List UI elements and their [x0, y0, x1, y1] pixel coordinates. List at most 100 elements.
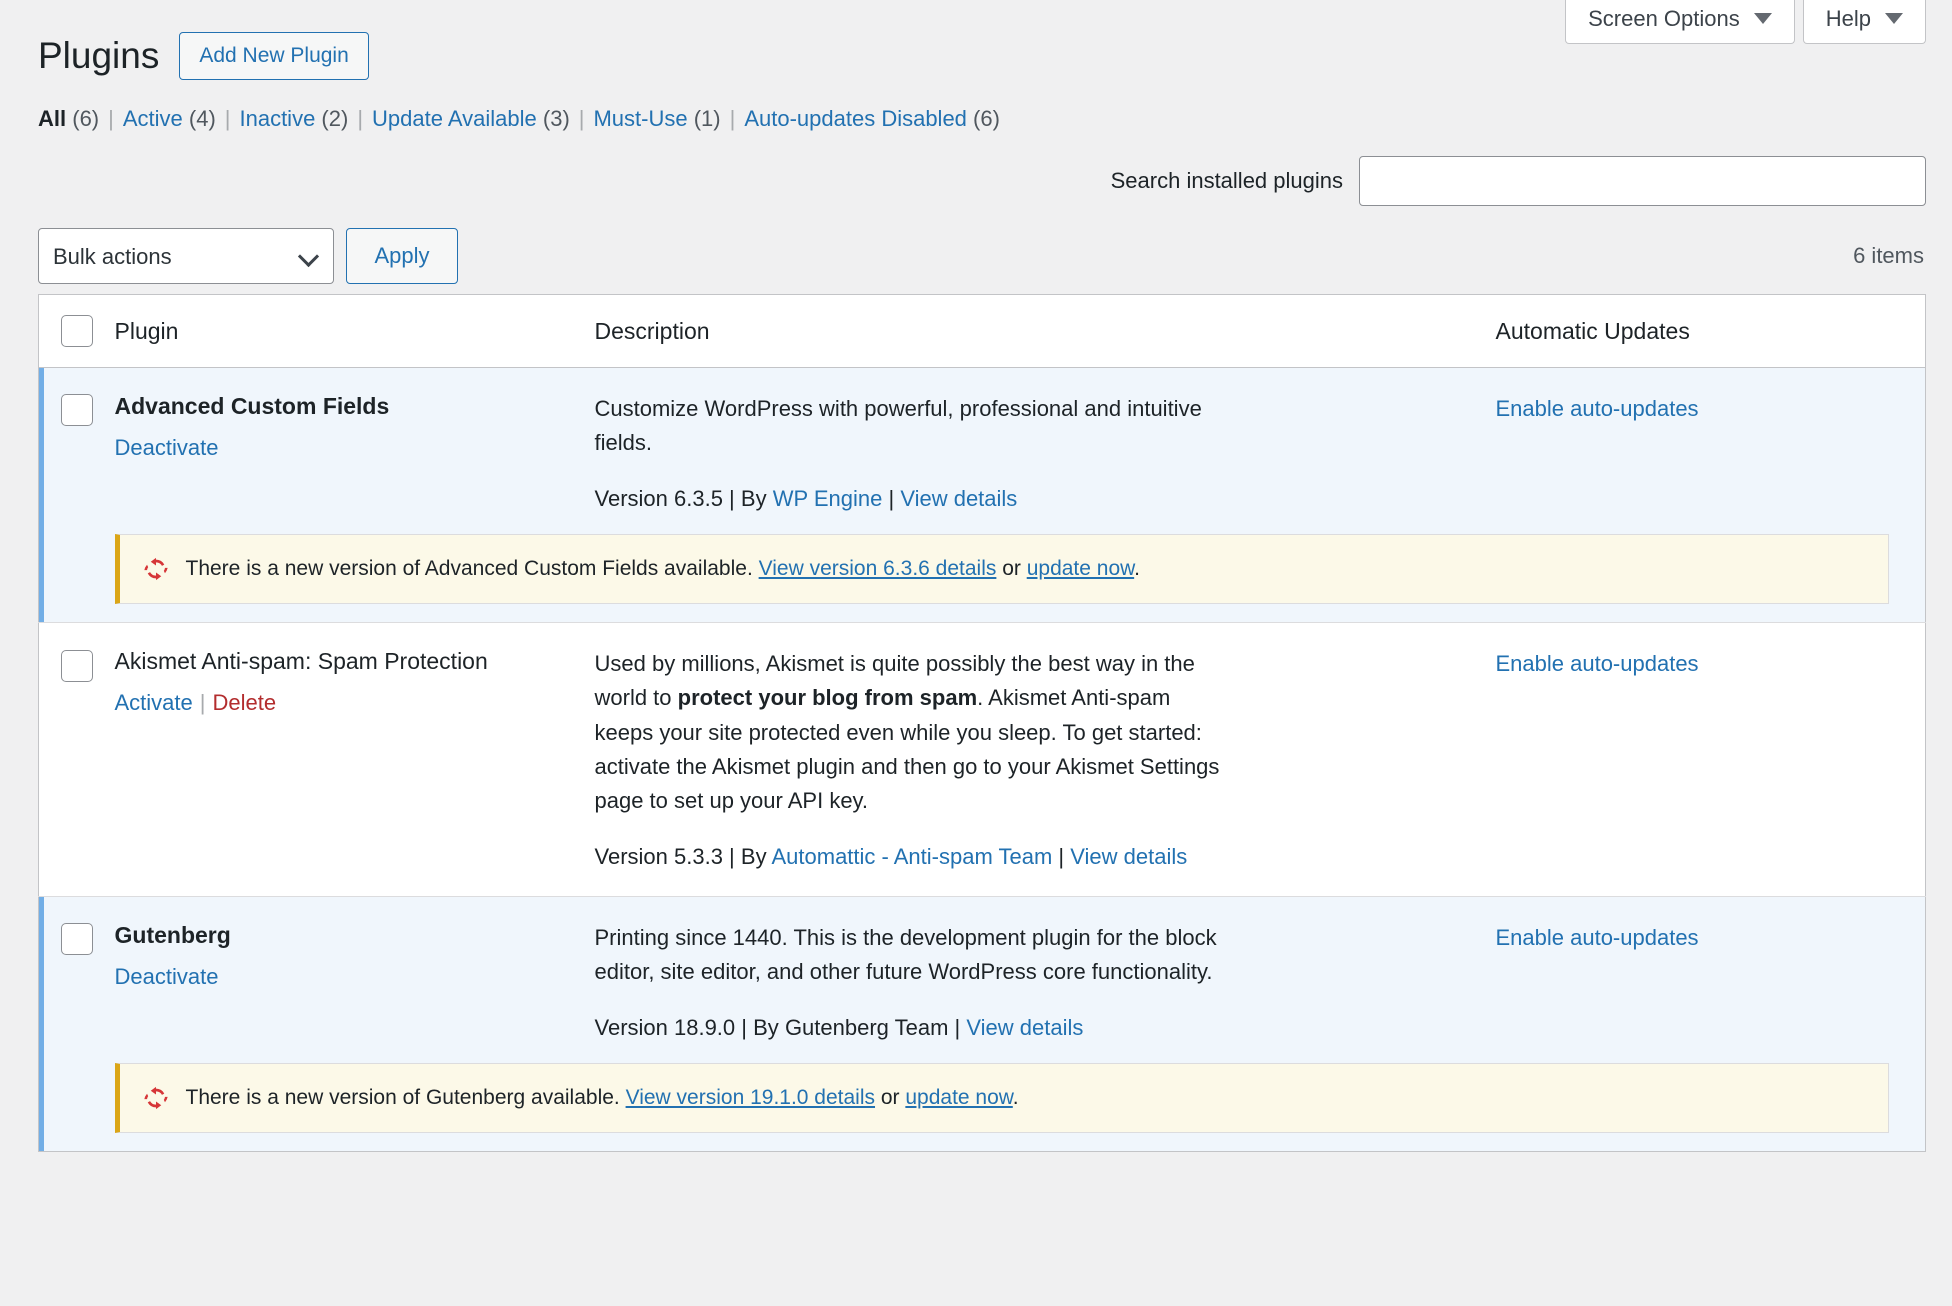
- plugins-table-head: Plugin Description Automatic Updates: [38, 294, 1926, 369]
- filter-link-auto-updates-disabled[interactable]: Auto-updates Disabled: [744, 106, 967, 131]
- filter-count: (6): [966, 106, 1000, 132]
- plugin-meta-line: Version 18.9.0 | By Gutenberg Team | Vie…: [594, 1015, 1084, 1041]
- chevron-down-icon: [1885, 13, 1903, 24]
- filter-count: (2): [315, 106, 349, 132]
- search-input[interactable]: [1359, 156, 1926, 207]
- search-label: Search installed plugins: [1110, 168, 1343, 194]
- chevron-down-icon: [1753, 13, 1772, 24]
- enable-auto-updates-link[interactable]: Enable auto-updates: [1496, 396, 1699, 421]
- plugin-row-actions: Activate | Delete: [115, 688, 595, 719]
- plugins-table-body: Advanced Custom Fields Deactivate Customiz…: [38, 367, 1926, 1152]
- bulk-actions-select[interactable]: Bulk actionsActivateDeactivateUpdateDele…: [38, 228, 334, 285]
- plugin-description-cell: Customize WordPress with powerful, profe…: [594, 367, 1496, 523]
- plugin-description-cell: Printing since 1440. This is the develop…: [594, 896, 1496, 1052]
- plugin-select-cell: [38, 896, 115, 1052]
- plugin-auto-updates-cell: Enable auto-updates: [1495, 367, 1926, 523]
- column-header-description: Description: [594, 294, 1496, 369]
- plugin-by-label: By: [740, 486, 767, 512]
- bulk-actions-group: Bulk actionsActivateDeactivateUpdateDele…: [38, 228, 458, 285]
- table-nav-top: Bulk actionsActivateDeactivateUpdateDele…: [38, 228, 1926, 285]
- plugin-author-link[interactable]: Automattic - Anti-spam Team: [771, 844, 1052, 869]
- plugin-row: Gutenberg Deactivate Printing since 1440. …: [38, 896, 1926, 1052]
- update-notice-cell: There is a new version of Advanced Custo…: [114, 522, 1926, 623]
- update-notice-text: There is a new version of Advanced Custo…: [185, 557, 1141, 581]
- view-version-details-link[interactable]: View version 6.3.6 details: [759, 557, 997, 580]
- plugin-checkbox-advanced-custom-fields[interactable]: [61, 394, 93, 427]
- enable-auto-updates-link[interactable]: Enable auto-updates: [1496, 925, 1699, 950]
- plugin-meta-line: Version 5.3.3 | By Automattic - Anti-spa…: [594, 843, 1188, 869]
- search-box: Search installed plugins: [38, 156, 1926, 207]
- filter-item: All (6): [38, 106, 99, 132]
- plugin-row: Advanced Custom Fields Deactivate Customiz…: [38, 367, 1926, 523]
- plugin-author-link[interactable]: WP Engine: [773, 486, 883, 511]
- filter-link-inactive[interactable]: Inactive: [239, 106, 315, 131]
- plugin-author: Gutenberg Team: [784, 1015, 949, 1041]
- column-header-plugin: Plugin: [114, 294, 595, 369]
- view-version-details-link[interactable]: View version 19.1.0 details: [626, 1086, 875, 1109]
- apply-button[interactable]: Apply: [346, 228, 458, 285]
- filter-link-active[interactable]: Active: [123, 106, 183, 131]
- update-row-spacer: [38, 522, 115, 623]
- plugin-update-row: There is a new version of Gutenberg avai…: [38, 1051, 1926, 1152]
- screen-options-button[interactable]: Screen Options: [1565, 0, 1795, 44]
- plugins-table: Plugin Description Automatic Updates Adv…: [38, 294, 1926, 1153]
- plugin-checkbox-gutenberg[interactable]: [61, 923, 93, 956]
- filter-count: (3): [536, 106, 570, 132]
- enable-auto-updates-link[interactable]: Enable auto-updates: [1496, 651, 1699, 676]
- plugin-select-cell: [38, 367, 115, 523]
- help-label: Help: [1825, 5, 1871, 31]
- plugin-description-text: Printing since 1440. This is the develop…: [594, 924, 1217, 985]
- plugin-description-text: Used by millions, Akismet is quite possi…: [594, 651, 1220, 813]
- update-notice-cell: There is a new version of Gutenberg avai…: [114, 1051, 1926, 1152]
- plugin-view-details-link[interactable]: View details: [966, 1015, 1083, 1040]
- plugin-title: Akismet Anti-spam: Spam Protection: [114, 648, 488, 675]
- plugin-row: Akismet Anti-spam: Spam Protection Activa…: [38, 623, 1926, 897]
- screen-meta-links: Screen Options Help: [1565, 0, 1926, 44]
- filter-item: | Active (4): [99, 106, 216, 132]
- action-separator: |: [199, 690, 206, 716]
- filter-item: | Inactive (2): [216, 106, 349, 132]
- select-all-header: [38, 294, 115, 369]
- filter-item: | Update Available (3): [348, 106, 569, 132]
- filter-link-update-available[interactable]: Update Available: [372, 106, 537, 131]
- filter-separator: |: [578, 106, 585, 132]
- table-header-row: Plugin Description Automatic Updates: [38, 294, 1926, 369]
- add-new-plugin-button[interactable]: Add New Plugin: [179, 32, 369, 81]
- filter-item: | Auto-updates Disabled (6): [721, 106, 1000, 132]
- filter-count: (1): [687, 106, 721, 132]
- plugin-action-deactivate[interactable]: Deactivate: [115, 435, 219, 460]
- page-title: Plugins: [38, 35, 160, 76]
- plugin-by-label: By: [753, 1015, 779, 1041]
- select-all-checkbox[interactable]: [61, 315, 93, 348]
- plugin-action-deactivate[interactable]: Deactivate: [115, 964, 219, 989]
- filter-separator: |: [357, 106, 364, 132]
- filter-link-must-use[interactable]: Must-Use: [593, 106, 687, 131]
- plugin-version: Version 6.3.5: [594, 486, 723, 512]
- plugin-version: Version 18.9.0: [594, 1015, 736, 1041]
- plugin-name-cell: Advanced Custom Fields Deactivate: [114, 367, 595, 523]
- plugin-action-activate[interactable]: Activate: [115, 690, 193, 715]
- update-circular-arrows-icon: [142, 555, 170, 583]
- help-button[interactable]: Help: [1802, 0, 1926, 44]
- filter-separator: |: [224, 106, 231, 132]
- plugin-view-details-link[interactable]: View details: [1070, 844, 1187, 869]
- plugin-description-cell: Used by millions, Akismet is quite possi…: [594, 623, 1496, 897]
- update-now-link[interactable]: update now: [1027, 557, 1134, 580]
- plugin-row-actions: Deactivate: [115, 962, 595, 993]
- plugin-checkbox-akismet-anti-spam-spam-protection[interactable]: [61, 649, 93, 682]
- column-header-automatic-updates: Automatic Updates: [1495, 294, 1926, 369]
- update-now-link[interactable]: update now: [905, 1086, 1012, 1109]
- plugin-meta-line: Version 6.3.5 | By WP Engine | View deta…: [594, 486, 1018, 512]
- plugin-row-actions: Deactivate: [115, 433, 595, 464]
- filter-separator: |: [729, 106, 736, 132]
- plugin-update-notice: There is a new version of Advanced Custo…: [114, 534, 1889, 605]
- plugin-by-label: By: [740, 843, 767, 869]
- plugin-update-notice: There is a new version of Gutenberg avai…: [114, 1063, 1889, 1134]
- displaying-num: 6 items: [1853, 243, 1924, 269]
- filter-separator: |: [108, 106, 114, 132]
- plugin-action-delete[interactable]: Delete: [212, 690, 276, 715]
- plugin-status-filters: All (6) | Active (4) | Inactive (2) | Update A…: [38, 106, 1926, 132]
- plugin-view-details-link[interactable]: View details: [900, 486, 1017, 511]
- filter-link-all[interactable]: All: [38, 106, 66, 131]
- plugin-auto-updates-cell: Enable auto-updates: [1495, 623, 1926, 897]
